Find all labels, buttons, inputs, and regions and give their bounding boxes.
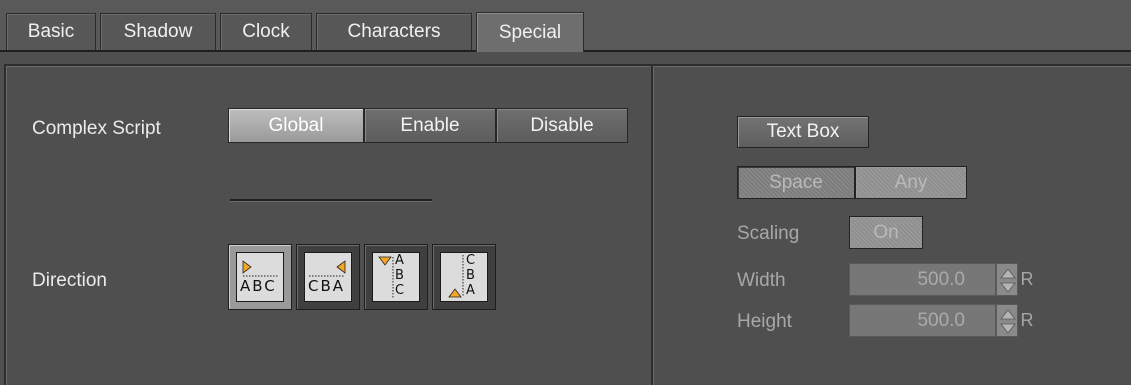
wrap-any-button[interactable]: Any <box>855 166 967 199</box>
direction-rtl-text: CBA <box>308 277 346 295</box>
complex-script-enable-button[interactable]: Enable <box>364 108 496 143</box>
tab-special[interactable]: Special <box>476 12 584 52</box>
height-label: Height <box>737 311 792 332</box>
width-input[interactable]: 500.0 <box>849 263 996 296</box>
width-reset-button[interactable]: R <box>1019 263 1035 296</box>
direction-ltr-button[interactable]: ABC <box>228 244 292 310</box>
wrap-space-button[interactable]: Space <box>737 166 855 199</box>
direction-rtl-button[interactable]: CBA <box>296 244 360 310</box>
height-reset-button[interactable]: R <box>1019 304 1035 337</box>
direction-ttb-text: ABC <box>395 253 405 298</box>
complex-script-disable-button[interactable]: Disable <box>496 108 628 143</box>
height-input[interactable]: 500.0 <box>849 304 996 337</box>
complex-script-panel: Complex Script Global Enable Disable Dir… <box>4 64 651 385</box>
direction-ttb-icon: ABC <box>372 252 420 302</box>
tab-clock[interactable]: Clock <box>220 13 312 50</box>
width-spinner[interactable] <box>996 263 1018 296</box>
tab-bar: Basic Shadow Clock Characters Special <box>0 0 1131 52</box>
direction-ltr-icon: ABC <box>236 252 284 302</box>
scaling-on-button[interactable]: On <box>849 216 923 249</box>
text-box-panel: Text Box Space Any Scaling On Width 500.… <box>651 64 1131 385</box>
separator-line <box>230 199 432 201</box>
complex-script-label: Complex Script <box>32 118 161 139</box>
direction-btt-button[interactable]: CBA <box>432 244 496 310</box>
direction-ttb-button[interactable]: ABC <box>364 244 428 310</box>
spinner-arrows-icon <box>1000 309 1016 334</box>
height-spinner[interactable] <box>996 304 1018 337</box>
tab-basic[interactable]: Basic <box>6 13 96 50</box>
complex-script-global-button[interactable]: Global <box>228 108 364 143</box>
direction-btt-text: CBA <box>466 253 476 298</box>
direction-label: Direction <box>32 270 107 291</box>
tab-characters[interactable]: Characters <box>316 13 472 50</box>
scaling-label: Scaling <box>737 223 800 244</box>
tab-shadow[interactable]: Shadow <box>100 13 216 50</box>
direction-ltr-text: ABC <box>240 277 277 295</box>
direction-btt-icon: CBA <box>440 252 488 302</box>
direction-rtl-icon: CBA <box>304 252 352 302</box>
text-box-button[interactable]: Text Box <box>737 116 869 148</box>
width-label: Width <box>737 270 786 291</box>
spinner-arrows-icon <box>1000 268 1016 293</box>
